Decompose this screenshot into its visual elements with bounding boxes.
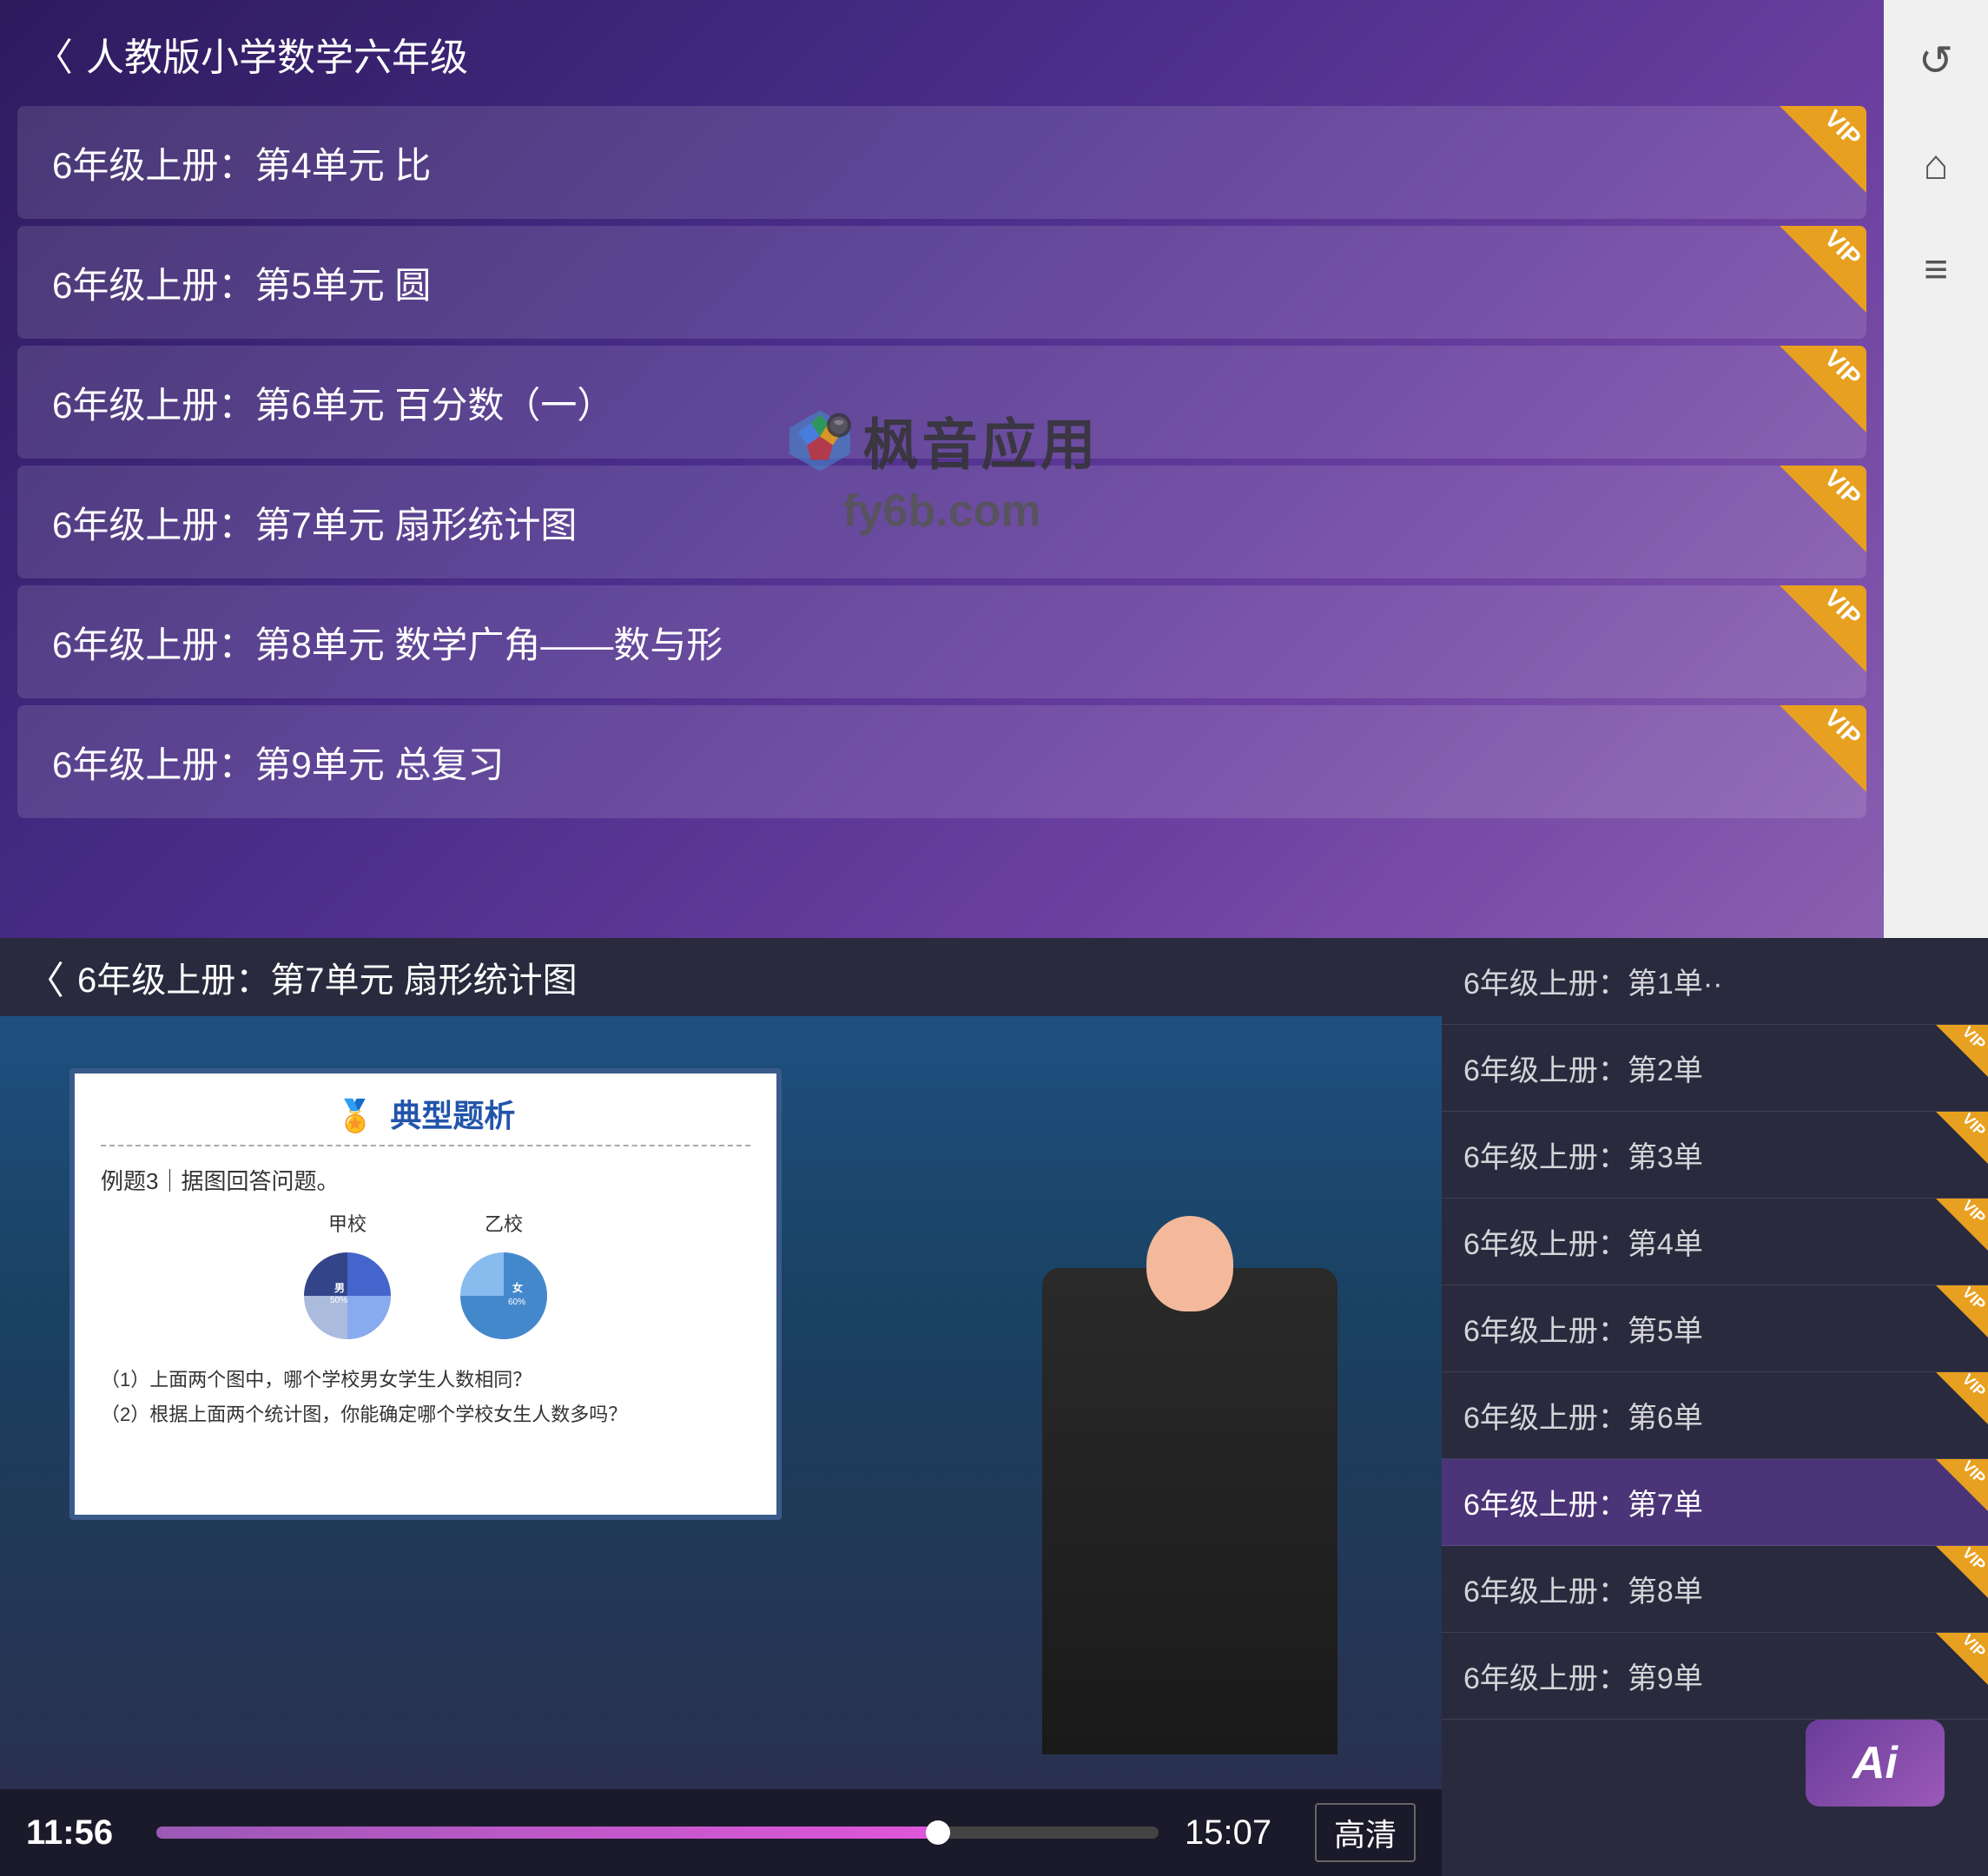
playlist-item-label: 6年级上册：第7单 <box>1463 1481 1971 1523</box>
playlist-item-label: 6年级上册：第6单 <box>1463 1394 1971 1437</box>
time-current: 11:56 <box>26 1813 130 1853</box>
vip-badge: VIP <box>1780 106 1866 193</box>
course-item-label: 6年级上册：第8单元 数学广角——数与形 <box>52 616 723 669</box>
playlist-vip-badge: VIP <box>1936 1199 1988 1251</box>
playlist-item-label: 6年级上册：第3单 <box>1463 1133 1971 1176</box>
pie-charts-container: 甲校 男 50% <box>101 1209 750 1354</box>
playlist-item-8[interactable]: 6年级上册：第8单 VIP <box>1442 1546 1988 1633</box>
course-item-6[interactable]: 6年级上册：第9单元 总复习 VIP <box>17 705 1866 818</box>
pie-chart-right-svg: 女 60% <box>452 1244 556 1348</box>
back-sidebar-icon[interactable]: ↺ <box>1910 35 1962 87</box>
vip-badge: VIP <box>1780 585 1866 672</box>
pie-chart-left: 甲校 男 50% <box>295 1209 400 1354</box>
course-item-1[interactable]: 6年级上册：第4单元 比 VIP <box>17 106 1866 219</box>
playlist-item-6[interactable]: 6年级上册：第6单 VIP <box>1442 1372 1988 1459</box>
vip-text: VIP <box>1819 705 1866 751</box>
vip-badge: VIP <box>1780 705 1866 792</box>
ai-label: Ai <box>1853 1737 1898 1789</box>
home-sidebar-icon[interactable]: ⌂ <box>1910 139 1962 191</box>
course-list-area: 〈 人教版小学数学六年级 枫音应用 fy6b.com <box>0 0 1884 938</box>
playlist-item-label: 6年级上册：第2单 <box>1463 1047 1971 1089</box>
right-sidebar: ↺ ⌂ ≡ <box>1884 0 1988 938</box>
course-item-4[interactable]: 6年级上册：第7单元 扇形统计图 VIP <box>17 466 1866 578</box>
course-item-label: 6年级上册：第4单元 比 <box>52 136 431 189</box>
course-item-label: 6年级上册：第5单元 圆 <box>52 256 431 309</box>
whiteboard-content: 例题3｜据图回答问题。 甲校 <box>75 1146 776 1449</box>
whiteboard: 🏅 典型题析 例题3｜据图回答问题。 甲校 <box>69 1068 782 1520</box>
vip-badge: VIP <box>1780 226 1866 313</box>
back-button[interactable]: 〈 人教版小学数学六年级 <box>0 26 1884 99</box>
bottom-section: 〈 6年级上册：第7单元 扇形统计图 🏅 典型题析 例题3｜据图回答问题。 <box>0 938 1988 1876</box>
video-controls: 11:56 15:07 高清 <box>0 1789 1442 1876</box>
playlist-item-label: 6年级上册：第4单 <box>1463 1220 1971 1263</box>
vip-text: VIP <box>1819 466 1866 512</box>
playlist-item-label: 6年级上册：第1单·· <box>1463 960 1971 1002</box>
whiteboard-title: 🏅 典型题析 <box>101 1073 750 1146</box>
video-back-icon[interactable]: 〈 <box>26 949 64 1005</box>
playlist-vip-badge: VIP <box>1936 1112 1988 1164</box>
question1: （1）上面两个图中，哪个学校男女学生人数相同？ （2）根据上面两个统计图，你能确… <box>101 1363 750 1431</box>
playlist-vip-badge: VIP <box>1936 1546 1988 1598</box>
playlist-item-5[interactable]: 6年级上册：第5单 VIP <box>1442 1285 1988 1372</box>
example-label: 例题3｜据图回答问题。 <box>101 1164 750 1196</box>
video-area: 〈 6年级上册：第7单元 扇形统计图 🏅 典型题析 例题3｜据图回答问题。 <box>0 938 1442 1876</box>
video-title: 6年级上册：第7单元 扇形统计图 <box>77 952 578 1002</box>
svg-text:50%: 50% <box>330 1296 347 1305</box>
top-section: 〈 人教版小学数学六年级 枫音应用 fy6b.com <box>0 0 1988 938</box>
course-items-container: 6年级上册：第4单元 比 VIP 6年级上册：第5单元 圆 VIP 6年级上册：… <box>0 99 1884 825</box>
playlist-vip-badge: VIP <box>1936 1459 1988 1511</box>
progress-fill <box>156 1826 938 1839</box>
time-total: 15:07 <box>1185 1813 1289 1853</box>
vip-text: VIP <box>1819 346 1866 392</box>
course-item-label: 6年级上册：第7单元 扇形统计图 <box>52 496 577 549</box>
quality-badge[interactable]: 高清 <box>1315 1803 1416 1862</box>
course-item-5[interactable]: 6年级上册：第8单元 数学广角——数与形 VIP <box>17 585 1866 698</box>
video-player[interactable]: 🏅 典型题析 例题3｜据图回答问题。 甲校 <box>0 1016 1442 1789</box>
course-item-label: 6年级上册：第6单元 百分数（一） <box>52 376 613 429</box>
svg-text:女: 女 <box>512 1281 523 1294</box>
vip-text: VIP <box>1819 226 1866 272</box>
svg-text:60%: 60% <box>508 1298 525 1307</box>
course-item-2[interactable]: 6年级上册：第5单元 圆 VIP <box>17 226 1866 339</box>
progress-bar[interactable] <box>156 1826 1159 1839</box>
playlist-item-2[interactable]: 6年级上册：第2单 VIP <box>1442 1025 1988 1112</box>
course-item-3[interactable]: 6年级上册：第6单元 百分数（一） VIP <box>17 346 1866 459</box>
playlist-item-1[interactable]: 6年级上册：第1单·· <box>1442 938 1988 1025</box>
playlist-item-label: 6年级上册：第9单 <box>1463 1655 1971 1697</box>
playlist-vip-badge: VIP <box>1936 1372 1988 1424</box>
course-item-label: 6年级上册：第9单元 总复习 <box>52 736 504 789</box>
vip-badge: VIP <box>1780 466 1866 552</box>
vip-text: VIP <box>1819 106 1866 152</box>
playlist-item-7[interactable]: 6年级上册：第7单 VIP <box>1442 1459 1988 1546</box>
svg-text:男: 男 <box>334 1282 345 1294</box>
playlist-item-4[interactable]: 6年级上册：第4单 VIP <box>1442 1199 1988 1285</box>
playlist-vip-badge: VIP <box>1936 1633 1988 1685</box>
vip-badge: VIP <box>1780 346 1866 433</box>
playlist-item-label: 6年级上册：第5单 <box>1463 1307 1971 1350</box>
playlist-item-3[interactable]: 6年级上册：第3单 VIP <box>1442 1112 1988 1199</box>
vip-text: VIP <box>1819 585 1866 631</box>
teacher-body <box>1042 1268 1337 1754</box>
playlist-item-label: 6年级上册：第8单 <box>1463 1568 1971 1610</box>
playlist-vip-badge: VIP <box>1936 1025 1988 1077</box>
back-arrow-icon: 〈 <box>35 26 73 82</box>
video-header: 〈 6年级上册：第7单元 扇形统计图 <box>0 938 1442 1016</box>
pie-chart-left-svg: 男 50% <box>295 1244 400 1348</box>
teacher-figure <box>1042 1268 1337 1754</box>
menu-sidebar-icon[interactable]: ≡ <box>1910 243 1962 295</box>
back-title: 人教版小学数学六年级 <box>86 26 468 82</box>
teacher-head <box>1146 1216 1233 1311</box>
playlist-item-9[interactable]: 6年级上册：第9单 VIP <box>1442 1633 1988 1720</box>
playlist-vip-badge: VIP <box>1936 1285 1988 1338</box>
pie-chart-right: 乙校 女 60% <box>452 1209 556 1354</box>
progress-handle[interactable] <box>926 1820 950 1845</box>
ai-button[interactable]: Ai <box>1806 1720 1945 1807</box>
